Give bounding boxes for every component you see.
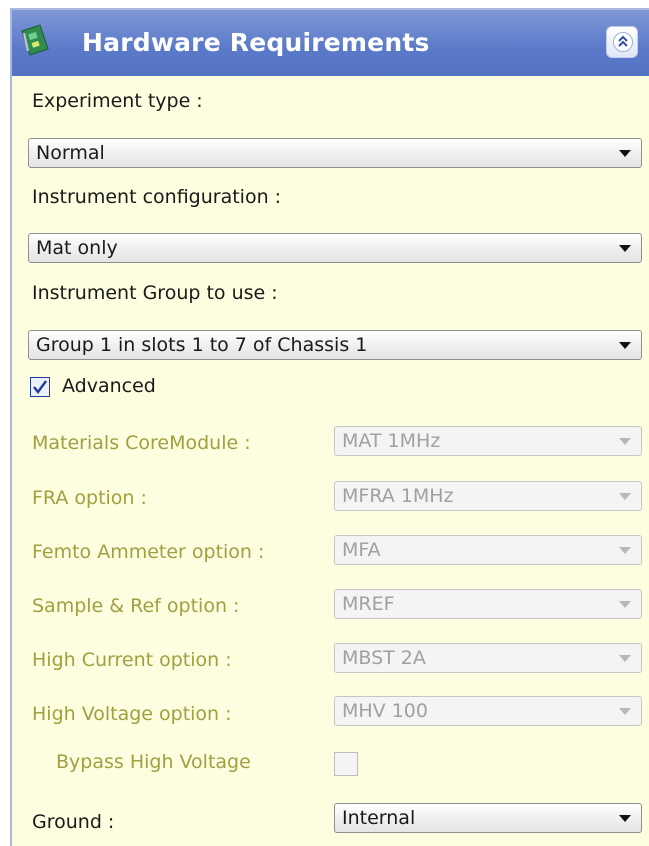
instrument-group-label: Instrument Group to use : — [32, 282, 278, 304]
dropdown-arrow-icon — [619, 601, 631, 608]
materials-coremodule-value: MAT 1MHz — [342, 430, 441, 452]
instrument-configuration-value: Mat only — [36, 237, 118, 259]
collapse-button[interactable] — [606, 26, 638, 58]
femto-ammeter-option-select[interactable]: MFA — [334, 535, 642, 565]
femto-ammeter-option-value: MFA — [342, 539, 381, 561]
chevron-double-up-icon — [613, 32, 633, 52]
dropdown-arrow-icon — [619, 438, 631, 445]
fra-option-label: FRA option : — [32, 487, 147, 509]
dropdown-arrow-icon — [619, 342, 631, 349]
ground-value: Internal — [342, 807, 416, 829]
instrument-configuration-label: Instrument configuration : — [32, 186, 282, 208]
high-voltage-option-label: High Voltage option : — [32, 703, 232, 725]
dropdown-arrow-icon — [619, 655, 631, 662]
bypass-high-voltage-checkbox[interactable] — [334, 752, 358, 776]
materials-coremodule-label: Materials CoreModule : — [32, 432, 251, 454]
high-current-option-label: High Current option : — [32, 649, 232, 671]
high-current-option-value: MBST 2A — [342, 647, 426, 669]
high-current-option-select[interactable]: MBST 2A — [334, 643, 642, 673]
femto-ammeter-option-label: Femto Ammeter option : — [32, 541, 265, 563]
experiment-type-label: Experiment type : — [32, 90, 203, 112]
ground-select[interactable]: Internal — [334, 803, 642, 833]
instrument-group-value: Group 1 in slots 1 to 7 of Chassis 1 — [36, 334, 368, 356]
ground-label: Ground : — [32, 811, 115, 833]
dropdown-arrow-icon — [619, 150, 631, 157]
dropdown-arrow-icon — [619, 708, 631, 715]
advanced-label: Advanced — [62, 375, 156, 397]
dropdown-arrow-icon — [619, 493, 631, 500]
sample-ref-option-value: MREF — [342, 593, 395, 615]
dropdown-arrow-icon — [619, 245, 631, 252]
instrument-configuration-select[interactable]: Mat only — [28, 233, 642, 263]
fra-option-value: MFRA 1MHz — [342, 485, 454, 507]
dropdown-arrow-icon — [619, 815, 631, 822]
high-voltage-option-select[interactable]: MHV 100 — [334, 696, 642, 726]
dropdown-arrow-icon — [619, 547, 631, 554]
materials-coremodule-select[interactable]: MAT 1MHz — [334, 426, 642, 456]
experiment-type-select[interactable]: Normal — [28, 138, 642, 168]
circuit-board-icon — [21, 24, 49, 56]
experiment-type-value: Normal — [36, 142, 105, 164]
panel-header: Hardware Requirements — [12, 10, 649, 76]
hardware-requirements-panel: Hardware Requirements Experiment type : … — [10, 8, 649, 846]
high-voltage-option-value: MHV 100 — [342, 700, 428, 722]
sample-ref-option-label: Sample & Ref option : — [32, 595, 240, 617]
fra-option-select[interactable]: MFRA 1MHz — [334, 481, 642, 511]
panel-title: Hardware Requirements — [82, 28, 430, 57]
checkmark-icon — [33, 380, 47, 394]
instrument-group-select[interactable]: Group 1 in slots 1 to 7 of Chassis 1 — [28, 330, 642, 360]
advanced-checkbox[interactable] — [30, 377, 50, 397]
bypass-high-voltage-label: Bypass High Voltage — [56, 751, 251, 773]
sample-ref-option-select[interactable]: MREF — [334, 589, 642, 619]
